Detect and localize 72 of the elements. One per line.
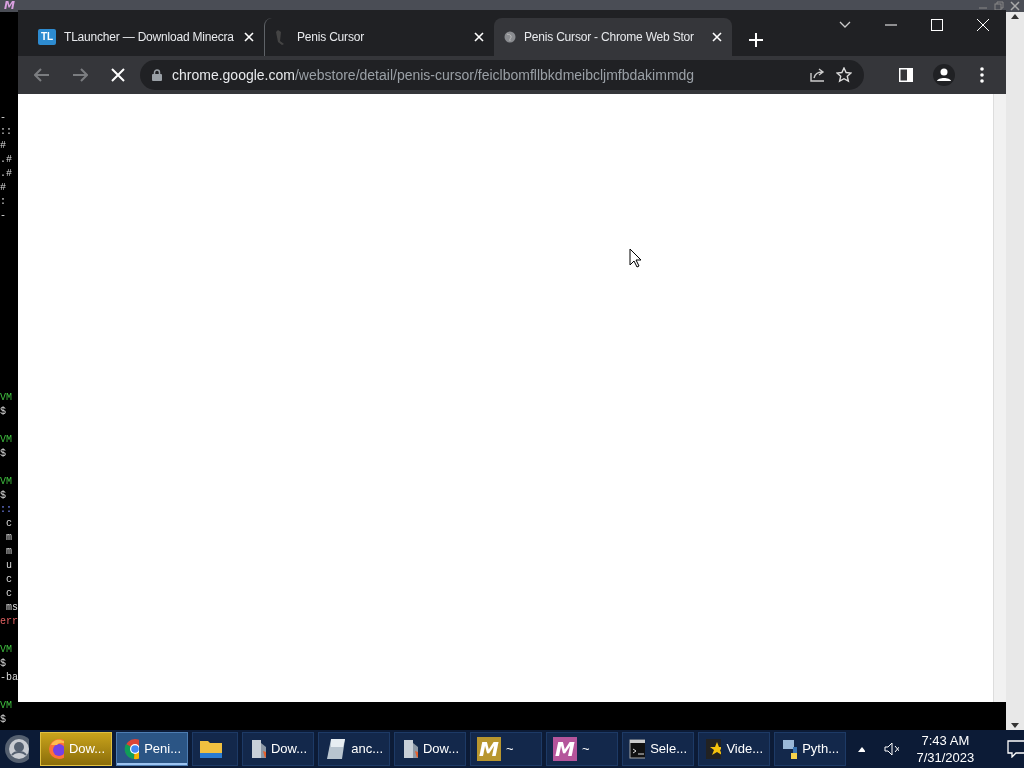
tab-favicon: TL	[38, 29, 56, 45]
terminal-line: err	[0, 615, 18, 629]
terminal-line: ::	[0, 125, 12, 139]
terminal-line: c	[5, 517, 12, 531]
taskbar-button[interactable]: M ~	[546, 732, 619, 766]
scrollbar[interactable]	[1006, 12, 1024, 730]
muted-speaker-icon[interactable]	[884, 742, 900, 756]
terminal-line: -	[0, 111, 6, 125]
taskbar-button[interactable]: M ~	[470, 732, 543, 766]
terminal-line: $	[0, 405, 6, 419]
taskbar-button[interactable]: anc...	[318, 732, 391, 766]
address-bar[interactable]: chrome.google.com/webstore/detail/penis-cursor/feiclbomfllbkdmeibcljmfbdakimmdg	[140, 60, 864, 90]
terminal-line: ms	[5, 601, 18, 615]
terminal-line: VM	[0, 699, 12, 713]
browser-tab[interactable]: Penis Cursor - Chrome Web Stor	[494, 18, 732, 56]
terminal-line: .#	[0, 167, 12, 181]
close-icon[interactable]	[1010, 1, 1020, 11]
star-icon	[705, 737, 722, 761]
terminal-line: c	[5, 573, 12, 587]
terminal-line: .#	[0, 153, 12, 167]
taskbar-button[interactable]: Vide...	[698, 732, 771, 766]
m-logo-icon: M	[477, 737, 502, 761]
terminal-line: c	[5, 587, 12, 601]
start-icon[interactable]	[4, 734, 30, 764]
lock-icon[interactable]	[152, 69, 162, 81]
terminal-line: VM	[0, 643, 12, 657]
terminal-line: $	[0, 489, 6, 503]
terminal-line: VM	[0, 433, 12, 447]
share-icon[interactable]	[810, 68, 826, 82]
taskbar-button[interactable]: Dow...	[242, 732, 315, 766]
scrollbar[interactable]	[993, 94, 1006, 702]
installer-icon	[401, 737, 418, 761]
terminal-line: VM	[0, 391, 12, 405]
star-icon[interactable]	[836, 67, 852, 83]
terminal-line: m	[5, 545, 12, 559]
close-tab-icon[interactable]	[474, 32, 484, 42]
clock[interactable]: 7:43 AM 7/31/2023	[910, 732, 981, 766]
terminal-line: #	[0, 139, 6, 153]
terminal-line: $	[0, 713, 6, 727]
m-logo-icon: M	[553, 737, 578, 761]
terminal-line: -	[0, 209, 6, 223]
globe-icon	[504, 31, 516, 43]
terminal-line: u	[5, 559, 12, 573]
terminal-line: VM	[0, 475, 12, 489]
taskbar-button[interactable]: Sele...	[622, 732, 695, 766]
mouse-pointer-icon	[629, 248, 642, 268]
close-tab-icon[interactable]	[712, 32, 722, 42]
show-hidden-icons-icon[interactable]	[857, 745, 866, 753]
terminal-line: $	[0, 447, 6, 461]
terminal-line: #	[0, 181, 6, 195]
notifications-icon[interactable]	[1007, 740, 1024, 758]
terminal-line: ::	[0, 503, 12, 517]
terminal-line: $	[0, 657, 6, 671]
console-icon	[629, 737, 646, 761]
taskbar-button[interactable]: Peni...	[116, 732, 189, 766]
restore-icon[interactable]	[994, 1, 1004, 11]
app-logo: M	[3, 0, 16, 12]
chrome-icon	[123, 737, 140, 761]
terminal-line: m	[5, 531, 12, 545]
browser-tab[interactable]: TL TLauncher — Download Minecra	[28, 18, 264, 56]
document-icon	[325, 737, 347, 761]
url-text: chrome.google.com/webstore/detail/penis-cursor/feiclbomfllbkdmeibcljmfbdakimmdg	[172, 65, 695, 85]
close-tab-icon[interactable]	[244, 32, 254, 42]
terminal-line: :	[0, 195, 6, 209]
taskbar-button[interactable]: Pyth...	[774, 732, 847, 766]
python-icon	[781, 737, 798, 761]
new-tab-icon[interactable]	[748, 32, 764, 48]
taskbar-button[interactable]: Dow...	[394, 732, 467, 766]
installer-icon	[249, 737, 266, 761]
taskbar-button[interactable]	[192, 732, 239, 766]
terminal-line: -ba	[0, 671, 18, 685]
firefox-icon	[47, 737, 64, 761]
